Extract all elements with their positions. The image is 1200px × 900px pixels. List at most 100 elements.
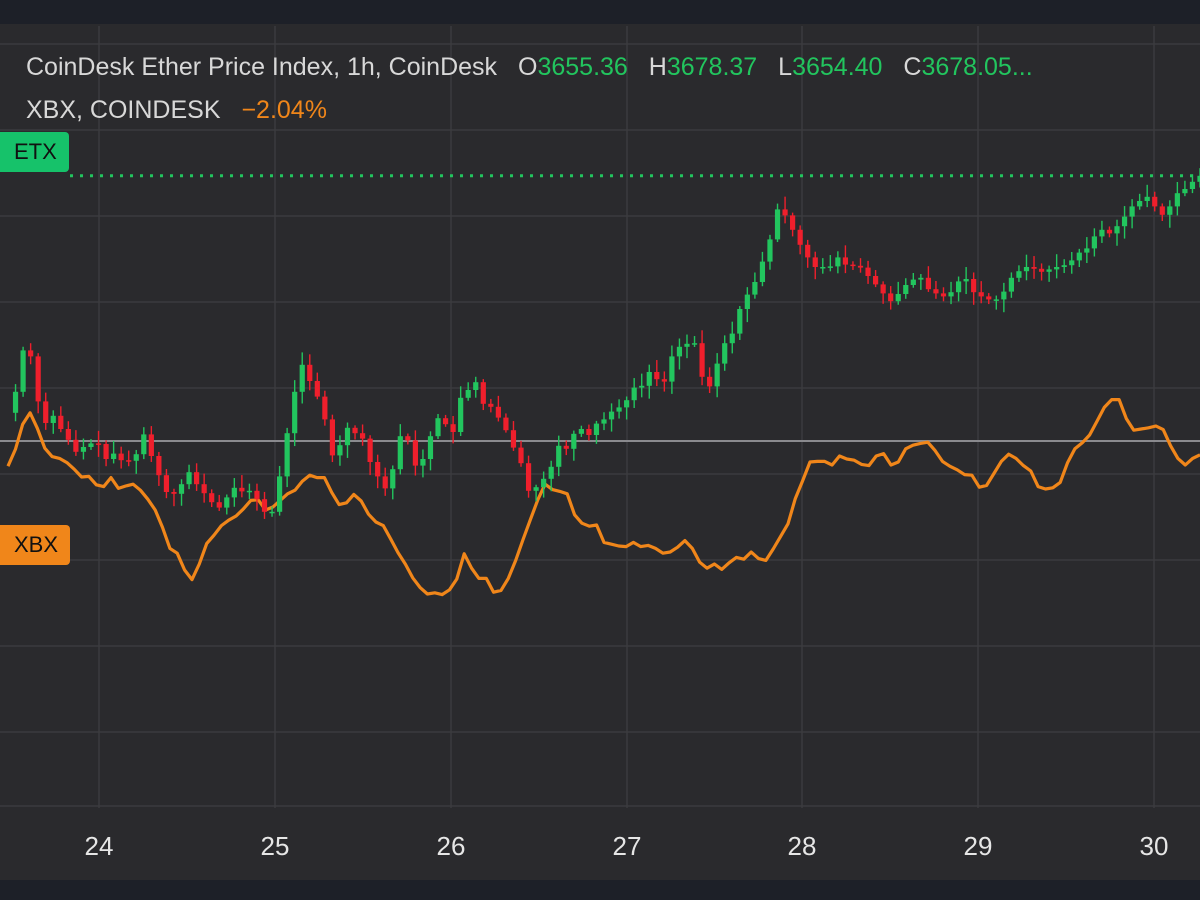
candle-body bbox=[646, 372, 652, 386]
etx-price-tag[interactable]: ETX bbox=[0, 132, 69, 172]
candle-body bbox=[744, 294, 750, 309]
candle-body bbox=[639, 385, 645, 388]
candle-body bbox=[299, 364, 305, 392]
candle-body bbox=[148, 434, 154, 456]
candle-body bbox=[631, 387, 637, 401]
candle-body bbox=[1069, 260, 1075, 266]
candle-body bbox=[925, 277, 932, 290]
candle-body bbox=[375, 462, 381, 477]
legend-xbx: XBX, COINDESK −2.04% bbox=[26, 96, 327, 125]
candle-body bbox=[1023, 267, 1030, 272]
candle-body bbox=[971, 279, 977, 293]
candle-body bbox=[224, 497, 230, 508]
candle-body bbox=[58, 415, 64, 429]
candle-body bbox=[669, 356, 675, 382]
candle-body bbox=[1001, 291, 1007, 300]
candle-body bbox=[601, 419, 607, 424]
candle-body bbox=[556, 445, 562, 467]
price-chart[interactable]: 24 25 26 27 28 29 30 bbox=[0, 0, 1200, 900]
x-tick-label: 24 bbox=[85, 831, 114, 861]
candle-body bbox=[1182, 189, 1188, 194]
candle-body bbox=[699, 343, 705, 377]
candle-body bbox=[797, 229, 803, 245]
candle-body bbox=[382, 476, 388, 489]
candle-body bbox=[65, 429, 71, 440]
xbx-price-tag[interactable]: XBX bbox=[0, 525, 71, 565]
candle-body bbox=[654, 372, 660, 380]
legend-open-value: 3655.36 bbox=[537, 53, 628, 81]
candle-body bbox=[963, 279, 969, 282]
candle-body bbox=[1008, 277, 1014, 292]
candle-body bbox=[661, 379, 667, 382]
legend-close-label: C bbox=[903, 53, 922, 81]
candle-body bbox=[933, 289, 939, 294]
candle-body bbox=[955, 281, 962, 293]
candle-body bbox=[790, 215, 796, 230]
candle-body bbox=[163, 475, 170, 492]
candle-body bbox=[209, 493, 215, 503]
candle-body bbox=[329, 419, 336, 456]
legend-high-value: 3678.37 bbox=[666, 53, 758, 81]
candle-body bbox=[722, 343, 728, 364]
candle-body bbox=[314, 381, 320, 397]
candle-body bbox=[35, 356, 41, 402]
candle-body bbox=[805, 244, 811, 258]
candle-body bbox=[910, 279, 916, 285]
candle-body bbox=[261, 499, 268, 512]
candle-body bbox=[1084, 248, 1090, 253]
candle-body bbox=[691, 343, 698, 345]
candle-body bbox=[367, 438, 373, 462]
candle-body bbox=[541, 478, 547, 488]
candle-body bbox=[465, 390, 471, 398]
candle-body bbox=[412, 440, 418, 466]
candle-body bbox=[1031, 267, 1037, 269]
candle-body bbox=[352, 427, 358, 434]
legend-low-value: 3654.40 bbox=[792, 53, 883, 81]
candle-body bbox=[194, 472, 200, 485]
candle-body bbox=[1016, 271, 1022, 278]
candle-body bbox=[1054, 267, 1060, 270]
x-tick-label: 25 bbox=[261, 831, 290, 861]
candle-body bbox=[820, 267, 826, 269]
x-axis-ticks: 24 25 26 27 28 29 30 bbox=[85, 831, 1169, 861]
candle-body bbox=[774, 209, 781, 240]
candle-body bbox=[344, 427, 351, 446]
candle-body bbox=[216, 502, 222, 508]
candle-body bbox=[141, 434, 147, 455]
candle-body bbox=[269, 511, 275, 514]
candle-body bbox=[292, 391, 298, 434]
candle-body bbox=[812, 257, 818, 267]
candle-body bbox=[729, 333, 735, 344]
candle-body bbox=[231, 487, 237, 498]
candle-body bbox=[178, 484, 185, 494]
candle-body bbox=[993, 299, 999, 301]
candle-body bbox=[488, 403, 494, 407]
candle-body bbox=[458, 397, 464, 432]
candle-body bbox=[359, 433, 366, 439]
candle-body bbox=[43, 401, 49, 423]
grid-lines bbox=[0, 26, 1200, 808]
candle-body bbox=[986, 296, 992, 300]
candle-body bbox=[571, 433, 577, 449]
candle-body bbox=[1129, 206, 1135, 217]
candle-body bbox=[1121, 216, 1128, 227]
candle-body bbox=[473, 382, 479, 390]
candle-body bbox=[782, 209, 788, 216]
candle-body bbox=[850, 264, 856, 267]
legend-close-value: 3678.05... bbox=[921, 53, 1033, 81]
legend-low-label: L bbox=[778, 53, 793, 81]
candle-body bbox=[171, 492, 177, 494]
candle-body bbox=[397, 436, 403, 470]
legend-xbx-change: −2.04% bbox=[241, 96, 327, 124]
candle-body bbox=[126, 460, 132, 462]
legend-high-label: H bbox=[648, 53, 667, 81]
candle-body bbox=[95, 443, 102, 445]
candle-body bbox=[503, 417, 509, 431]
candle-body bbox=[759, 261, 766, 282]
legend-open-label: O bbox=[518, 53, 538, 81]
candle-body bbox=[1167, 206, 1173, 215]
candle-body bbox=[624, 400, 630, 408]
candle-body bbox=[880, 284, 886, 294]
candle-body bbox=[684, 343, 690, 347]
candle-body bbox=[578, 429, 584, 434]
